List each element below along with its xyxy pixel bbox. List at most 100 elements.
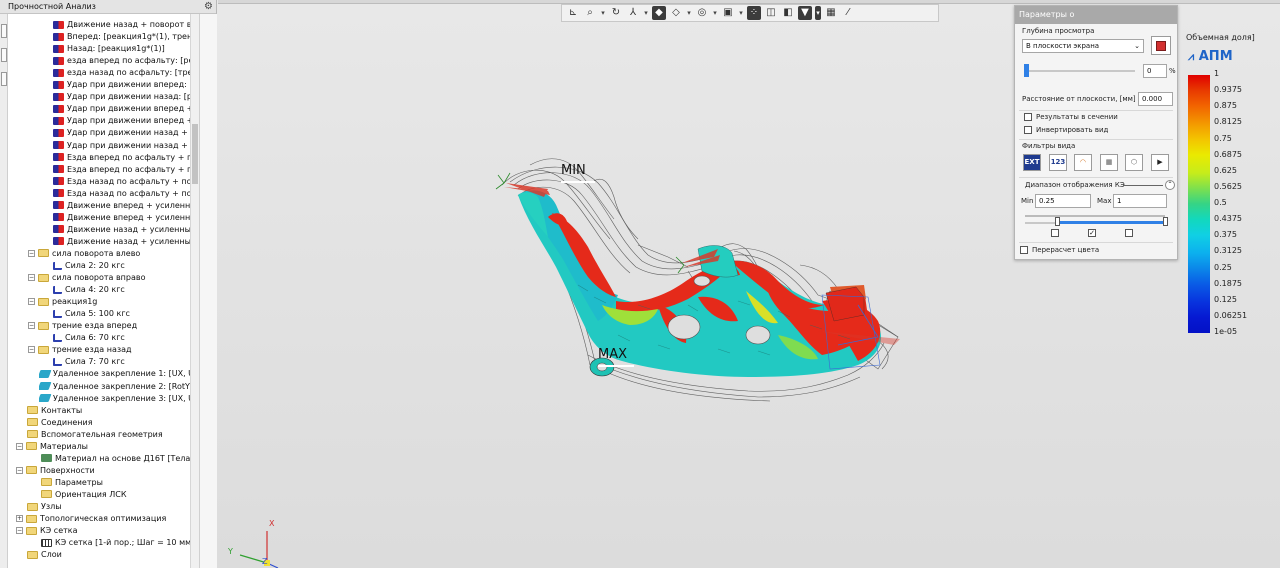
tree-item[interactable]: − трение езда назад [28, 344, 179, 356]
tree-item[interactable]: Езда вперед по асфальту + по [53, 164, 190, 176]
tree-item[interactable]: езда вперед по асфальту: [реак [53, 55, 190, 67]
range-mid-checkbox[interactable]: ✓ [1088, 229, 1096, 237]
tree-item[interactable]: Материал на основе Д16Т [Тела: [41, 453, 190, 465]
tree-item[interactable]: Удаленное закрепление 2: [RotY] [39, 381, 190, 393]
filter-123-button[interactable]: 123 [1049, 154, 1067, 171]
side-tab[interactable] [1, 24, 7, 38]
collapse-icon[interactable]: − [28, 322, 35, 330]
load-icon [53, 68, 64, 77]
tree-scrollbar-thumb[interactable] [192, 124, 198, 184]
range-upper-checkbox[interactable] [1125, 229, 1133, 237]
load-icon [53, 80, 64, 89]
tree-item-label: Движение назад + усиленный [67, 224, 190, 234]
tree-item-label: реакция1g [52, 297, 98, 307]
tree-scrollbar[interactable] [190, 14, 199, 568]
range-divider [1123, 185, 1163, 186]
tree-item[interactable]: Удар при движении вперед + [53, 103, 190, 115]
tree-item[interactable]: Сила 7: 70 кгс [53, 356, 190, 368]
filter-ext-button[interactable]: EXT [1023, 154, 1041, 171]
collapse-icon[interactable]: − [16, 527, 23, 535]
tree-item[interactable]: Удар при движении назад + по [53, 127, 190, 139]
tree-item-label: Удаленное закрепление 3: [UX, U [53, 393, 190, 403]
side-tab[interactable] [1, 48, 7, 62]
tree-item[interactable]: − сила поворота влево [28, 248, 179, 260]
filter-wire-icon[interactable]: ⬡ [1125, 154, 1143, 171]
filter-contour-icon[interactable]: ◠ [1074, 154, 1092, 171]
tree-item[interactable]: Движение вперед + усиленн [53, 212, 190, 224]
tree-item[interactable]: Соединения [27, 417, 190, 429]
collapse-icon[interactable]: − [28, 249, 35, 257]
range-slider-max-handle[interactable] [1163, 217, 1168, 226]
tree-item[interactable]: Удаленное закрепление 3: [UX, U [39, 393, 190, 405]
fix-icon [39, 369, 52, 378]
tree-item[interactable]: Узлы [27, 501, 190, 513]
tree-item-label: Удаленное закрепление 1: [UX, U [53, 369, 190, 379]
range-min-input[interactable]: 0.25 [1035, 194, 1091, 208]
depth-slider-value[interactable]: 0 [1143, 64, 1167, 78]
gear-icon[interactable]: ⚙ [204, 0, 213, 14]
tree-item[interactable]: − Материалы [16, 441, 179, 453]
expand-icon[interactable]: + [16, 515, 23, 523]
collapse-icon[interactable]: − [28, 274, 35, 282]
tree-item[interactable]: Езда вперед по асфальту + по [53, 152, 190, 164]
tree-item[interactable]: + Топологическая оптимизация [16, 513, 179, 525]
range-slider-min-handle[interactable] [1055, 217, 1060, 226]
tree-item[interactable]: Движение назад + поворот вл [53, 19, 190, 31]
range-max-input[interactable]: 1 [1113, 194, 1167, 208]
tree-item[interactable]: Сила 5: 100 кгс [53, 308, 190, 320]
tree-item[interactable]: Назад: [реакция1g*(1)] [53, 43, 190, 55]
tree-item[interactable]: Слои [27, 549, 190, 561]
depth-slider-track[interactable] [1025, 70, 1135, 72]
cube-view-button[interactable] [1151, 36, 1171, 55]
depth-select[interactable]: В плоскости экрана ⌄ [1022, 39, 1144, 53]
side-tab[interactable] [1, 72, 7, 86]
results-in-section-checkbox[interactable] [1024, 113, 1032, 121]
tree-item[interactable]: Удар при движении вперед: [т [53, 79, 190, 91]
folder-icon [27, 406, 38, 415]
tree-item[interactable]: Движение назад + усиленный [53, 236, 190, 248]
tree-item[interactable]: Сила 2: 20 кгс [53, 260, 190, 272]
range-lower-checkbox[interactable] [1051, 229, 1059, 237]
load-icon [53, 225, 64, 234]
recalc-color-checkbox[interactable] [1020, 246, 1028, 254]
tree-item[interactable]: − КЭ сетка [16, 525, 179, 537]
collapse-icon[interactable]: − [16, 442, 23, 450]
filter-mesh-icon[interactable]: ▦ [1100, 154, 1118, 171]
distance-label: Расстояние от плоскости, [мм] [1022, 95, 1136, 103]
tree-item[interactable]: Сила 4: 20 кгс [53, 284, 190, 296]
tree-item[interactable]: Езда назад по асфальту + пово [53, 188, 190, 200]
tree-item[interactable]: Движение назад + усиленный [53, 224, 190, 236]
tree-item[interactable]: − трение езда вперед [28, 320, 179, 332]
invert-view-checkbox[interactable] [1024, 126, 1032, 134]
collapse-icon[interactable]: ⌃ [1165, 180, 1175, 190]
collapse-icon[interactable]: − [28, 346, 35, 354]
filter-animate-icon[interactable]: ▶ [1151, 154, 1169, 171]
tree-item-label: сила поворота вправо [52, 273, 146, 283]
collapse-icon[interactable]: − [28, 298, 35, 306]
tree-item-label: Материалы [40, 441, 88, 451]
depth-slider-thumb[interactable] [1024, 64, 1029, 77]
tree-item[interactable]: Сила 6: 70 кгс [53, 332, 190, 344]
percent-label: % [1169, 67, 1176, 75]
tree-item[interactable]: Движение вперед + усиленн [53, 200, 190, 212]
range-slider-track[interactable] [1025, 222, 1057, 224]
force-icon [53, 309, 62, 318]
tree-item[interactable]: Удаленное закрепление 1: [UX, U [39, 368, 190, 380]
tree-item[interactable]: − сила поворота вправо [28, 272, 179, 284]
tree-item[interactable]: − Поверхности [16, 465, 179, 477]
tree-item[interactable]: − реакция1g [28, 296, 179, 308]
tree-item[interactable]: Контакты [27, 405, 190, 417]
tree-item[interactable]: Ориентация ЛСК [41, 489, 190, 501]
distance-input[interactable]: 0.000 [1138, 92, 1173, 106]
tree-item[interactable]: Удар при движении вперед + [53, 115, 190, 127]
tree-item[interactable]: Езда назад по асфальту + пово [53, 176, 190, 188]
collapse-icon[interactable]: − [16, 466, 23, 474]
tree-item[interactable]: Вперед: [реакция1g*(1), трени [53, 31, 190, 43]
tree-item[interactable]: езда назад по асфальту: [трени [53, 67, 190, 79]
tree-item[interactable]: Удар при движении назад + по [53, 140, 190, 152]
tree-item[interactable]: Удар при движении назад: [ре [53, 91, 190, 103]
tree-item[interactable]: КЭ сетка [1-й пор.; Шаг = 10 мм; К [41, 537, 190, 549]
tree-item[interactable]: Параметры [41, 477, 190, 489]
load-icon [53, 237, 64, 246]
tree-item[interactable]: Вспомогательная геометрия [27, 429, 190, 441]
